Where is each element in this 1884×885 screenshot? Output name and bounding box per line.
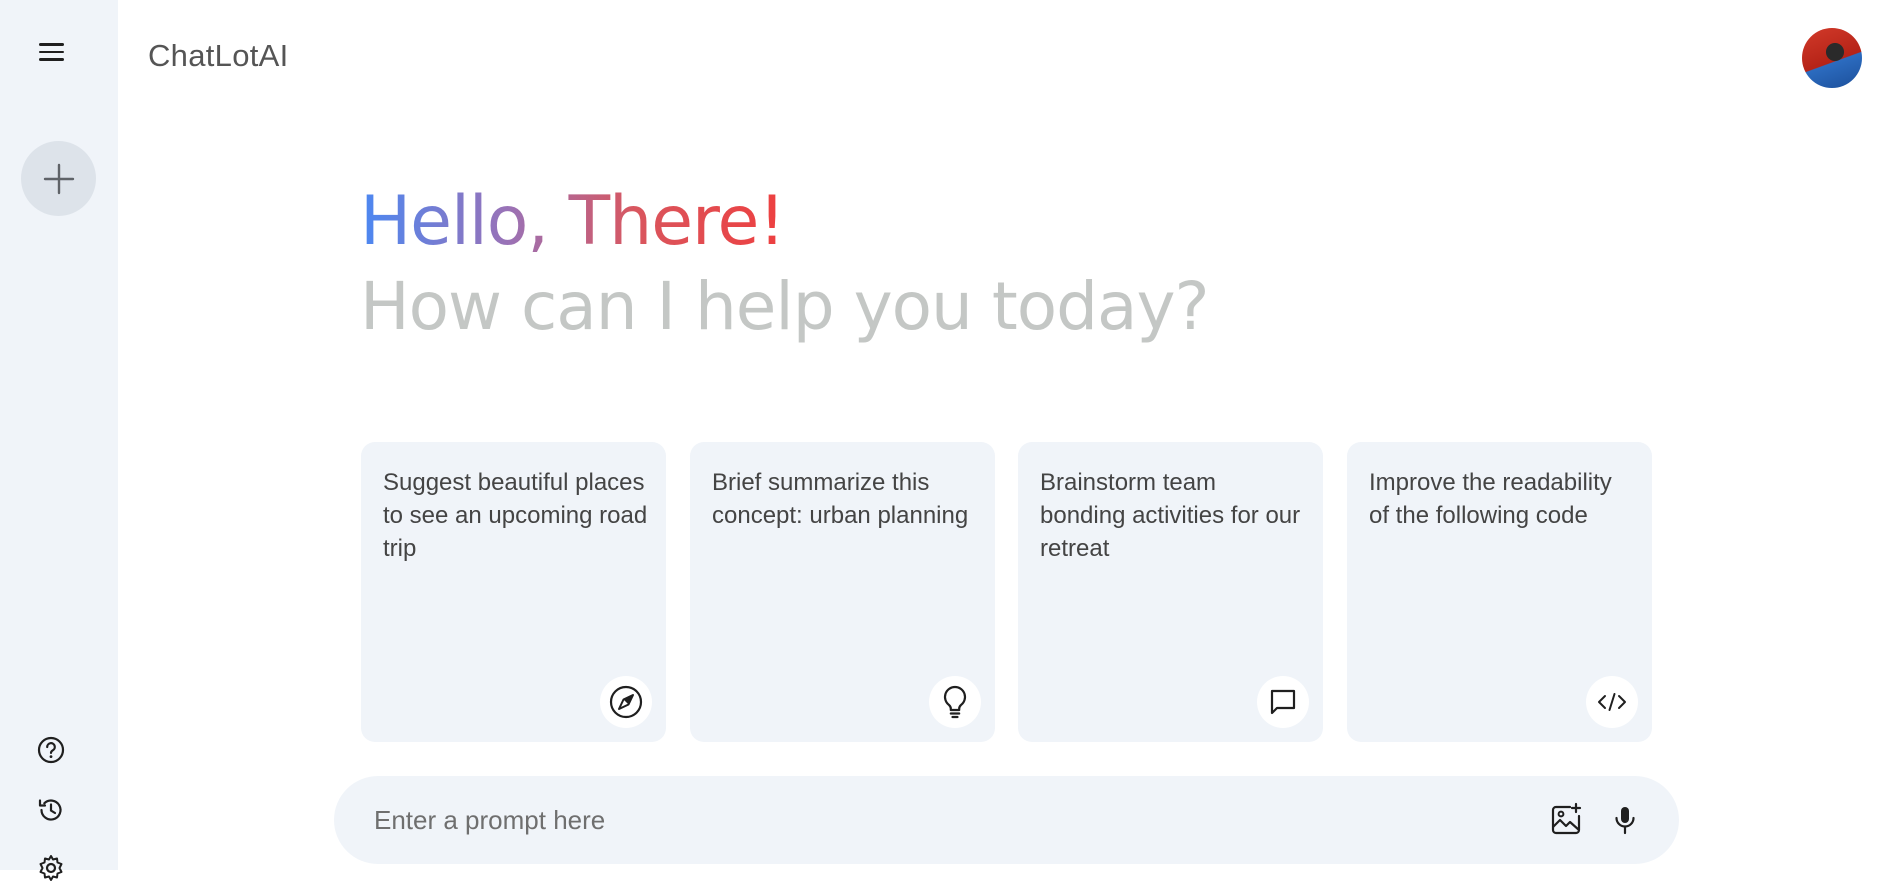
sidebar <box>0 0 118 881</box>
card-text: Brief summarize this concept: urban plan… <box>712 469 969 529</box>
suggestion-card-urban-planning[interactable]: Brief summarize this concept: urban plan… <box>690 442 995 742</box>
app-brand: ChatLotAI <box>148 38 289 73</box>
history-icon[interactable] <box>34 793 68 827</box>
greeting-title: Hello, There! <box>360 182 786 261</box>
message-icon <box>1257 676 1309 728</box>
compass-icon <box>600 676 652 728</box>
plus-icon <box>43 163 74 194</box>
suggestion-card-code-readability[interactable]: Improve the readability of the following… <box>1347 442 1652 742</box>
card-text: Suggest beautiful places to see an upcom… <box>383 469 648 562</box>
suggestion-card-team-bonding[interactable]: Brainstorm team bonding activities for o… <box>1018 442 1323 742</box>
hamburger-menu-icon[interactable] <box>30 36 72 68</box>
microphone-icon[interactable] <box>1605 800 1645 840</box>
lightbulb-icon <box>929 676 981 728</box>
card-text: Improve the readability of the following… <box>1369 469 1612 529</box>
card-text: Brainstorm team bonding activities for o… <box>1040 469 1301 562</box>
prompt-bar <box>334 776 1679 864</box>
add-image-icon[interactable] <box>1546 800 1586 840</box>
prompt-input[interactable] <box>374 776 1474 864</box>
help-icon[interactable] <box>34 733 68 767</box>
greeting-subtitle: How can I help you today? <box>360 268 1210 345</box>
settings-icon[interactable] <box>34 851 68 885</box>
avatar[interactable] <box>1802 28 1862 88</box>
new-chat-button[interactable] <box>21 141 96 216</box>
code-icon <box>1586 676 1638 728</box>
suggestion-card-road-trip[interactable]: Suggest beautiful places to see an upcom… <box>361 442 666 742</box>
